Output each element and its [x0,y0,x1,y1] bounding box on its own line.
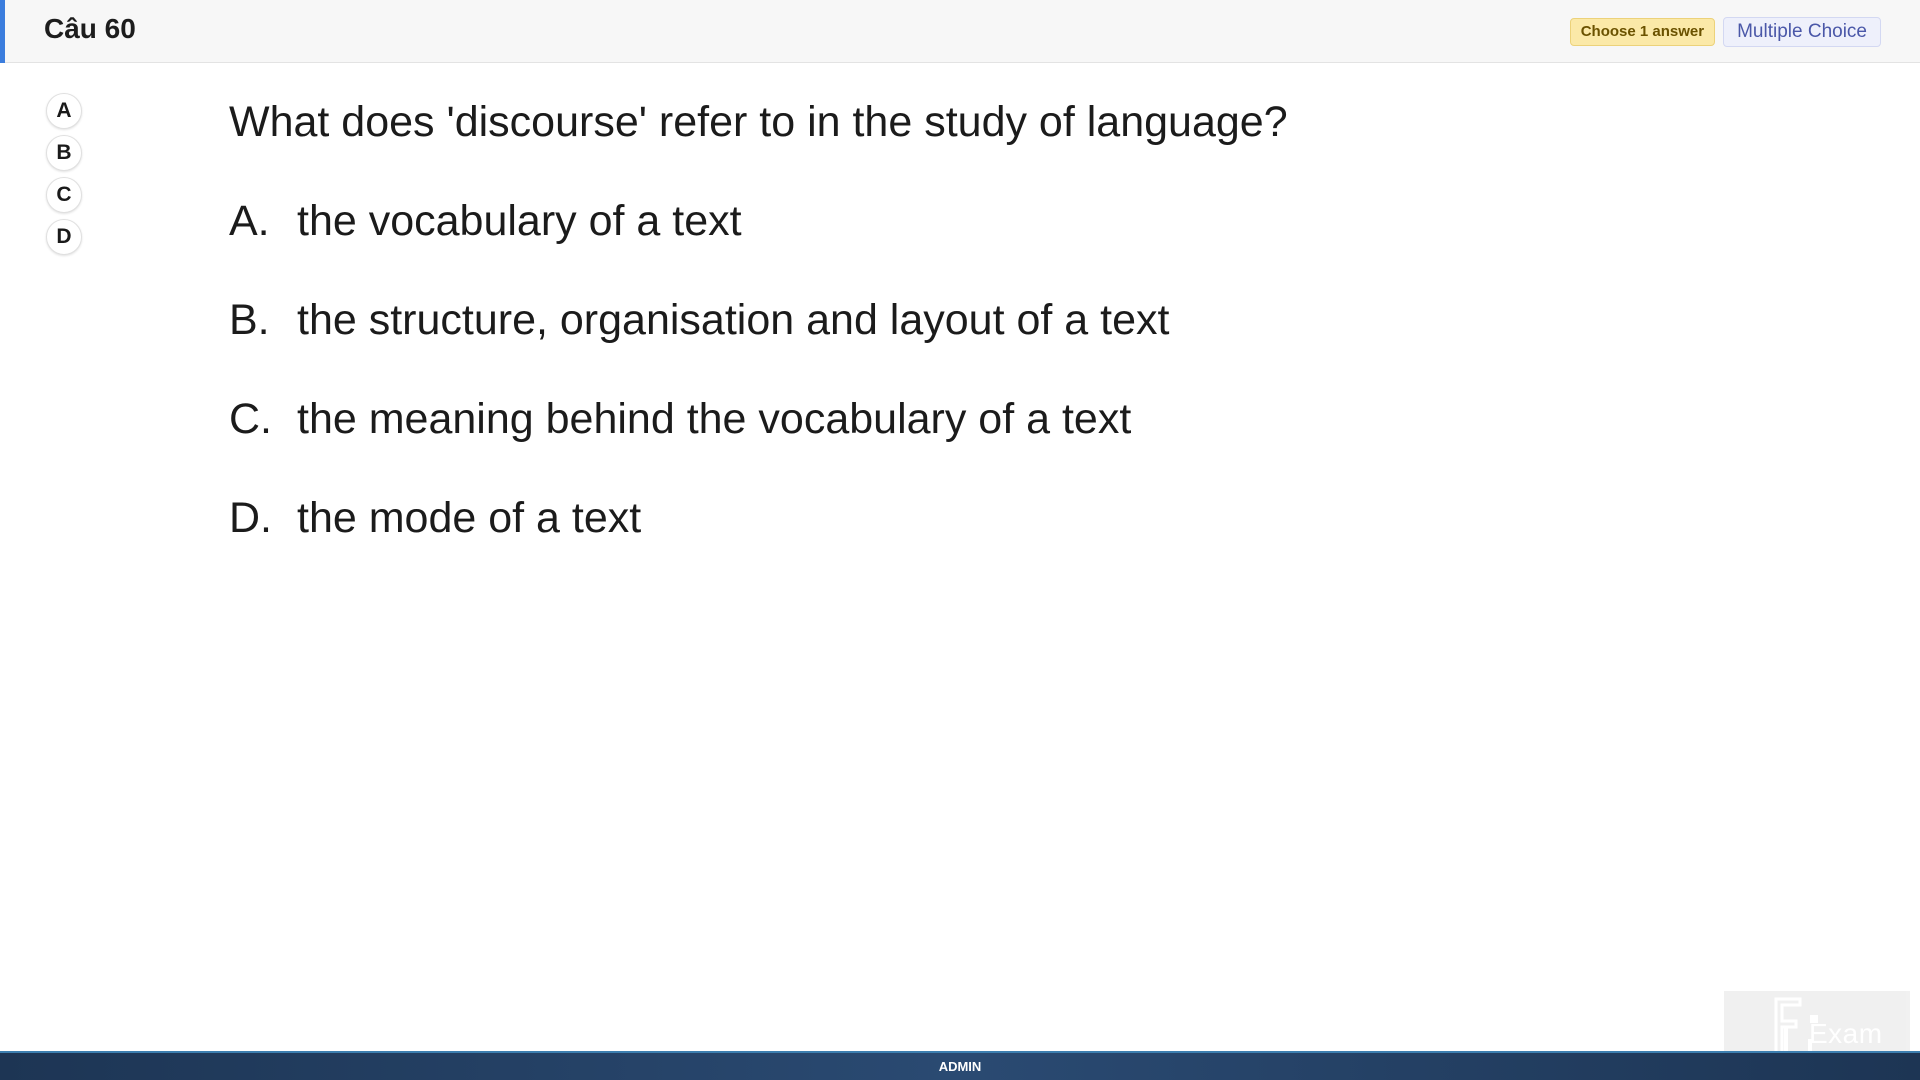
answer-option-a-button[interactable]: A [46,93,82,129]
question-type-badge: Multiple Choice [1723,17,1881,47]
question-option-d: D. the mode of a text [229,492,1288,544]
question-number-title: Câu 60 [44,13,136,44]
option-letter: B. [229,296,270,344]
option-letter: D. [229,494,272,542]
status-bar: ADMIN [0,1051,1920,1080]
option-text: the structure, organisation and layout o… [297,296,1170,344]
choose-count-badge: Choose 1 answer [1569,18,1716,46]
question-content: What does 'discourse' refer to in the st… [229,96,1288,544]
option-text: the mode of a text [297,494,642,542]
answer-option-c-button[interactable]: C [46,177,82,213]
answer-selector: A B C D [46,93,82,255]
current-user-label: ADMIN [938,1059,982,1074]
option-text: the meaning behind the vocabulary of a t… [297,395,1132,443]
question-badges: Choose 1 answer Multiple Choice [1569,17,1881,47]
question-option-a: A. the vocabulary of a text [229,195,1288,247]
question-option-c: C. the meaning behind the vocabulary of … [229,393,1288,445]
header-accent-bar [0,0,5,63]
exam-window: Câu 60 Choose 1 answer Multiple Choice A… [0,0,1920,1080]
option-letter: A. [229,197,270,245]
answer-option-b-button[interactable]: B [46,135,82,171]
question-header: Câu 60 Choose 1 answer Multiple Choice [0,0,1920,63]
option-letter: C. [229,395,272,443]
option-text: the vocabulary of a text [297,197,742,245]
question-stem: What does 'discourse' refer to in the st… [229,98,1288,146]
question-option-b: B. the structure, organisation and layou… [229,294,1288,346]
logo-text: Exam [1809,1018,1883,1049]
answer-option-d-button[interactable]: D [46,219,82,255]
